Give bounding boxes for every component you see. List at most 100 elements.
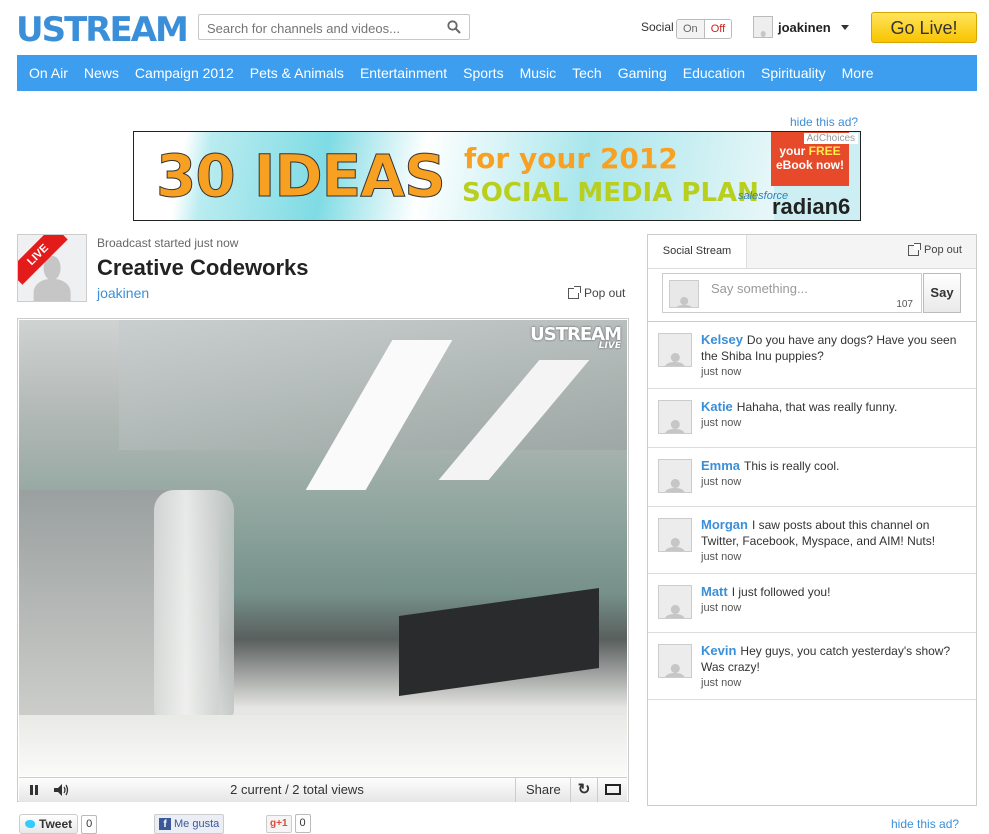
nav-item-more[interactable]: More: [842, 65, 874, 81]
adchoices-link[interactable]: AdChoices: [803, 133, 858, 144]
chat-input[interactable]: Say something... 107: [662, 273, 922, 313]
message-text: Hey guys, you catch yesterday's show? Wa…: [701, 644, 951, 674]
social-toggle-on[interactable]: On: [677, 20, 705, 38]
search-icon[interactable]: [447, 20, 461, 34]
hide-ad-link[interactable]: hide this ad?: [790, 115, 858, 129]
channel-title: Creative Codeworks: [97, 255, 309, 280]
avatar[interactable]: [658, 518, 692, 552]
nav-item-sports[interactable]: Sports: [463, 65, 503, 81]
message-time: just now: [701, 677, 742, 689]
ad-brand-logo: radian6: [772, 194, 851, 219]
message-text: Hahaha, that was really funny.: [736, 400, 898, 414]
message-author[interactable]: Matt: [701, 584, 728, 599]
share-button[interactable]: Share: [515, 778, 571, 802]
nav-item-music[interactable]: Music: [520, 65, 557, 81]
tweet-count: 0: [81, 814, 98, 834]
message-author[interactable]: Katie: [701, 399, 733, 414]
gplus-widget: g+1 0: [266, 814, 311, 833]
nav-item-news[interactable]: News: [84, 65, 119, 81]
nav-item-pets-animals[interactable]: Pets & Animals: [250, 65, 344, 81]
ustream-watermark: USTREAM LIVE: [530, 324, 622, 351]
avatar[interactable]: [658, 644, 692, 678]
message-author[interactable]: Kelsey: [701, 332, 743, 347]
ad-headline: 30 IDEAS: [156, 142, 447, 211]
facebook-like-widget: f Me gusta: [154, 814, 225, 834]
list-item: Emma This is really cool. just now: [648, 448, 976, 507]
tweet-button[interactable]: Tweet: [19, 814, 79, 834]
message-time: just now: [701, 417, 742, 429]
message-time: just now: [701, 602, 742, 614]
twitter-bird-icon: [25, 820, 35, 828]
char-count: 107: [896, 299, 913, 310]
category-nav: On Air News Campaign 2012 Pets & Animals…: [17, 55, 977, 91]
broadcast-status: Broadcast started just now: [97, 236, 239, 250]
chevron-down-icon[interactable]: [840, 24, 849, 30]
social-label: Social: [641, 20, 674, 34]
ad-ribbon-text-1: your: [779, 144, 806, 158]
message-time: just now: [701, 551, 742, 563]
search-box[interactable]: [198, 14, 470, 40]
banner-ad[interactable]: 30 IDEAS for your 2012 SOCIAL MEDIA PLAN…: [133, 131, 861, 221]
tweet-label: Tweet: [39, 817, 73, 831]
social-stream-panel: Social Stream Pop out Say something... 1…: [647, 234, 977, 806]
player-popout-link[interactable]: Pop out: [568, 285, 626, 300]
message-author[interactable]: Kevin: [701, 643, 736, 658]
avatar[interactable]: [658, 459, 692, 493]
tab-social-stream[interactable]: Social Stream: [648, 235, 747, 268]
fullscreen-icon: [605, 784, 621, 795]
avatar[interactable]: [658, 333, 692, 367]
tweet-widget: Tweet 0: [19, 814, 98, 834]
popout-icon: [568, 285, 581, 299]
video-frame[interactable]: USTREAM LIVE: [19, 320, 627, 776]
gplus-count: 0: [294, 814, 311, 833]
popout-icon: [908, 242, 921, 256]
message-author[interactable]: Morgan: [701, 517, 748, 532]
video-player[interactable]: USTREAM LIVE 2 current / 2 total views S…: [17, 318, 629, 802]
facebook-icon: f: [159, 818, 171, 830]
ad-line-1: for your 2012: [464, 142, 678, 175]
nav-item-education[interactable]: Education: [683, 65, 745, 81]
view-count: 2 current / 2 total views: [230, 782, 364, 797]
refresh-icon[interactable]: ↻: [570, 778, 597, 802]
say-button[interactable]: Say: [923, 273, 961, 313]
list-item: Matt I just followed you! just now: [648, 574, 976, 633]
player-controls: 2 current / 2 total views Share ↻: [19, 777, 627, 802]
social-toggle-off[interactable]: Off: [704, 20, 732, 38]
player-popout-label: Pop out: [584, 286, 626, 300]
message-time: just now: [701, 366, 742, 378]
message-time: just now: [701, 476, 742, 488]
message-text: I just followed you!: [731, 585, 831, 599]
list-item: Katie Hahaha, that was really funny. just…: [648, 389, 976, 448]
search-input[interactable]: [205, 16, 449, 40]
message-text: This is really cool.: [744, 459, 840, 473]
gplus-button[interactable]: g+1: [266, 814, 292, 833]
avatar[interactable]: [658, 585, 692, 619]
list-item: Morgan I saw posts about this channel on …: [648, 507, 976, 574]
username[interactable]: joakinen: [778, 20, 831, 35]
nav-item-entertainment[interactable]: Entertainment: [360, 65, 447, 81]
nav-item-tech[interactable]: Tech: [572, 65, 602, 81]
gplus-label: +1: [276, 817, 288, 829]
nav-item-on-air[interactable]: On Air: [29, 65, 68, 81]
facebook-like-button[interactable]: f Me gusta: [154, 814, 225, 834]
stream-tabbar: Social Stream Pop out: [648, 235, 976, 269]
channel-thumbnail[interactable]: LIVE: [17, 234, 87, 302]
social-toggle[interactable]: On Off: [676, 19, 733, 39]
go-live-button[interactable]: Go Live!: [871, 12, 977, 43]
chat-compose: Say something... 107 Say: [662, 273, 962, 315]
nav-item-spirituality[interactable]: Spirituality: [761, 65, 826, 81]
ad-line-2: SOCIAL MEDIA PLAN: [462, 178, 759, 208]
user-menu[interactable]: joakinen: [753, 16, 849, 38]
nav-item-campaign-2012[interactable]: Campaign 2012: [135, 65, 234, 81]
message-author[interactable]: Emma: [701, 458, 740, 473]
ad-ribbon-free: FREE: [808, 144, 841, 158]
list-item: Kelsey Do you have any dogs? Have you see…: [648, 322, 976, 389]
channel-owner-link[interactable]: joakinen: [97, 285, 149, 301]
nav-item-gaming[interactable]: Gaming: [618, 65, 667, 81]
list-item: Kevin Hey guys, you catch yesterday's sho…: [648, 633, 976, 700]
hide-ad-link-bottom[interactable]: hide this ad?: [891, 817, 959, 831]
avatar[interactable]: [658, 400, 692, 434]
ustream-logo[interactable]: USTREAM: [16, 10, 189, 50]
fullscreen-button[interactable]: [597, 778, 628, 802]
stream-popout-link[interactable]: Pop out: [908, 242, 962, 256]
